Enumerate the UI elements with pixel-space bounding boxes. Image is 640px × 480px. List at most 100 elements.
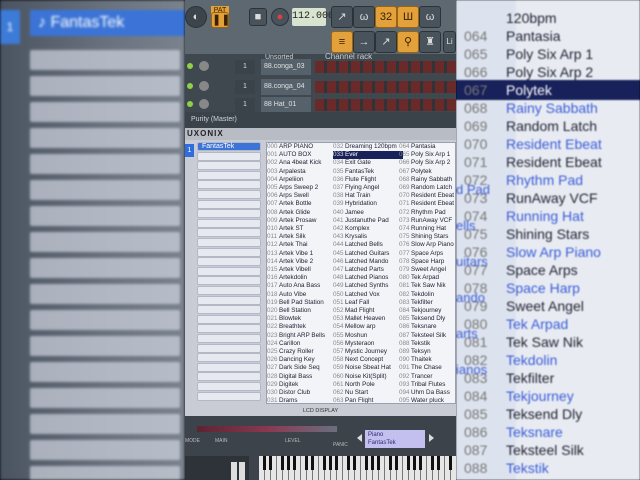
preset-list-item[interactable]: 091The Chase [399, 364, 455, 372]
preset-list-item[interactable]: 058Next Concept [333, 356, 403, 364]
preset-list-item[interactable]: 037Flying Angel [333, 184, 403, 192]
mute-led-icon[interactable] [187, 63, 193, 69]
preset-list-item[interactable]: 025Crazy Roller [267, 348, 337, 356]
preset-list-item[interactable]: 084Tekjourney [399, 307, 455, 315]
blend-notes-icon[interactable]: ω [419, 6, 441, 28]
preset-list-item[interactable]: 050Latched Vox [333, 291, 403, 299]
preset-slot[interactable] [197, 218, 261, 228]
preset-list-item[interactable]: 009Artek Prosaw [267, 217, 337, 225]
preset-list-item[interactable]: 046Latched Mando [333, 258, 403, 266]
preset-list-item[interactable]: 012Artek Thai [267, 241, 337, 249]
preset-list-item[interactable]: 007Artek Bottle [267, 200, 337, 208]
piano-black-key[interactable] [371, 456, 374, 470]
loop-record-icon[interactable]: ≡ [331, 31, 353, 53]
preset-list-item[interactable]: 003Arpalesta [267, 168, 337, 176]
preset-list-item[interactable]: 040Jamee [333, 209, 403, 217]
preset-list-item[interactable]: 066Poly Six Arp 2 [399, 159, 455, 167]
piano-black-key[interactable] [437, 456, 440, 470]
piano-black-key[interactable] [335, 456, 338, 470]
preset-list-item[interactable]: 014Artek Vibe 2 [267, 258, 337, 266]
mixer-icon[interactable]: ♜ [419, 31, 441, 53]
preset-slot[interactable] [197, 190, 261, 199]
preset-list-item[interactable]: 033Ever [333, 151, 403, 160]
preset-list-item[interactable]: 075Shining Stars [399, 233, 455, 241]
preset-list-item[interactable]: 005Arps Sweep 2 [267, 184, 337, 192]
playlist-icon[interactable]: → [353, 31, 375, 53]
preset-slot[interactable] [197, 382, 261, 391]
preset-list-item[interactable]: 021Blowtek [267, 315, 337, 323]
preset-list-item[interactable]: 060Noise Kit(Split) [333, 373, 403, 381]
preset-list-item[interactable]: 092Trancer [399, 373, 455, 381]
preset-list-item[interactable]: 018Auto Vibe [267, 291, 337, 299]
preset-list-item[interactable]: 036Flute Flight [333, 176, 403, 184]
piano-black-key[interactable] [389, 456, 392, 470]
preset-list-item[interactable]: 089Teksyn [399, 348, 455, 356]
preset-list-item[interactable]: 094Uhm Da Bass [399, 389, 455, 397]
channel-name[interactable]: 88 Hat_01 [261, 97, 311, 113]
preset-slot[interactable] [197, 257, 261, 267]
tempo-display[interactable]: 112.000 [292, 8, 334, 26]
piano-black-key[interactable] [323, 456, 326, 470]
next-preset-arrow-icon[interactable] [429, 434, 434, 442]
piano-black-key[interactable] [329, 456, 332, 470]
preset-slot[interactable] [197, 391, 261, 401]
preset-list-item[interactable]: 039Hybridation [333, 200, 403, 208]
preset-slot[interactable] [197, 305, 261, 315]
preset-slot[interactable] [197, 266, 261, 276]
preset-list-item[interactable]: 088Tekstik [399, 340, 455, 348]
preset-list-item[interactable]: 064Pantasia [399, 143, 455, 151]
preset-list-item[interactable]: 026Dancing Key [267, 356, 337, 364]
preset-list-item[interactable]: 069Random Latch [399, 184, 455, 192]
preset-list-item[interactable]: 063Pan Flight [333, 397, 403, 403]
bank-number[interactable]: 1 [185, 144, 194, 157]
channel-name[interactable]: 88.conga_03 [261, 59, 311, 75]
preset-list-item[interactable]: 081Tek Saw Nik [399, 282, 455, 290]
preset-list-item[interactable]: 006Arps Swell [267, 192, 337, 200]
preset-list-item[interactable]: 035FantasTek [333, 168, 403, 176]
preset-list-item[interactable]: 080Tek Arpad [399, 274, 455, 282]
preset-slot[interactable] [197, 362, 261, 372]
preset-list-item[interactable]: 065Poly Six Arp 1 [399, 151, 455, 159]
preset-list-item[interactable]: 023Bright ARP Bells [267, 332, 337, 340]
preset-list-item[interactable]: 004Arpeliion [267, 176, 337, 184]
panic-label[interactable]: PANIC [333, 442, 348, 448]
preset-list-item[interactable]: 030Distor Club [267, 389, 337, 397]
channel-mixer-number[interactable]: 1 [235, 60, 255, 74]
piano-key[interactable] [231, 462, 237, 480]
preset-list-item[interactable]: 002Ana 4beat Kick [267, 159, 337, 167]
preset-list-item[interactable]: 041Justanuthe Pad [333, 217, 403, 225]
record-button[interactable]: ● [271, 8, 289, 26]
preset-slot[interactable] [197, 247, 261, 257]
preset-list-item[interactable]: 010Artek ST [267, 225, 337, 233]
preset-list-item[interactable]: 028Digital Bass [267, 373, 337, 381]
preset-list-item[interactable]: 049Latched Synths [333, 282, 403, 290]
preset-list-item[interactable]: 057Mystic Journey [333, 348, 403, 356]
preset-list-item[interactable]: 055Moshun [333, 332, 403, 340]
preset-list-item[interactable]: 008Artek Glide [267, 209, 337, 217]
pan-knob[interactable] [199, 99, 209, 109]
mute-led-icon[interactable] [187, 83, 193, 89]
channel-mixer-number[interactable]: 1 [235, 98, 255, 112]
preset-list-item[interactable]: 043Krysalis [333, 233, 403, 241]
preset-list-item[interactable]: 053Mallet Heaven [333, 315, 403, 323]
channel-name[interactable]: 88.conga_04 [261, 79, 311, 95]
preset-slot[interactable] [197, 238, 261, 247]
browser-tab-hint[interactable]: Li [443, 31, 456, 53]
preset-list-item[interactable]: 047Latched Parts [333, 266, 403, 274]
piano-black-key[interactable] [365, 456, 368, 470]
piano-key[interactable] [239, 462, 245, 480]
countdown-icon[interactable]: 32 [375, 6, 397, 28]
preset-list-item[interactable]: 090Thaitek [399, 356, 455, 364]
preset-list-item[interactable]: 052Mad Flight [333, 307, 403, 315]
preset-slot[interactable] [197, 286, 261, 295]
preset-slot[interactable] [197, 372, 261, 382]
step-sequencer[interactable] [315, 81, 456, 93]
piano-black-key[interactable] [269, 456, 272, 470]
preset-list-item[interactable]: 017Auto Ana Bass [267, 282, 337, 290]
preset-slot[interactable] [197, 199, 261, 209]
preset-list-item[interactable]: 034Exit Gate [333, 159, 403, 167]
channel-row[interactable]: 1 88.conga_03 [185, 58, 456, 76]
preset-slot[interactable] [197, 228, 261, 238]
preset-list-item[interactable]: 083Tekfilter [399, 299, 455, 307]
preset-list-item[interactable]: 032Dreaming 120bpm [333, 143, 403, 151]
